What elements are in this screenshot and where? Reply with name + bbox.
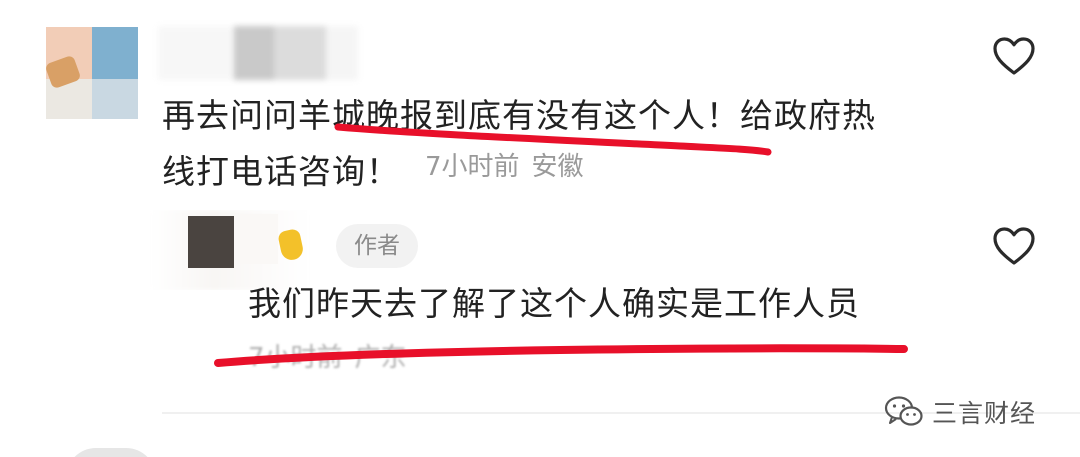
reply-meta: 7小时前 广东: [248, 342, 407, 374]
comment-text-line: 再去问问羊城晚报到底有没有这个人！给政府热: [162, 96, 876, 135]
heart-outline-icon[interactable]: [992, 36, 1036, 76]
avatar[interactable]: [46, 27, 138, 119]
reply-location: 广东: [354, 343, 407, 373]
heart-outline-icon[interactable]: [992, 226, 1036, 266]
reply-text: 我们昨天去了解了这个人确实是工作人员: [248, 284, 860, 323]
comment-location: 安徽: [531, 152, 584, 182]
username-obscured[interactable]: [158, 26, 358, 80]
watermark: 三言财经: [884, 392, 1036, 432]
comment-meta: 7小时前 安徽: [425, 150, 584, 184]
watermark-label: 三言财经: [932, 399, 1037, 428]
reply-time: 7小时前: [248, 343, 343, 373]
wechat-icon: [884, 396, 923, 426]
comment-thread: 再去问问羊城晚报到底有没有这个人！给政府热 线打电话咨询！ 7小时前 安徽 作者 …: [0, 0, 1080, 457]
next-comment-avatar[interactable]: [66, 448, 156, 457]
comment-time: 7小时前: [425, 152, 520, 182]
author-badge: 作者: [336, 224, 418, 268]
